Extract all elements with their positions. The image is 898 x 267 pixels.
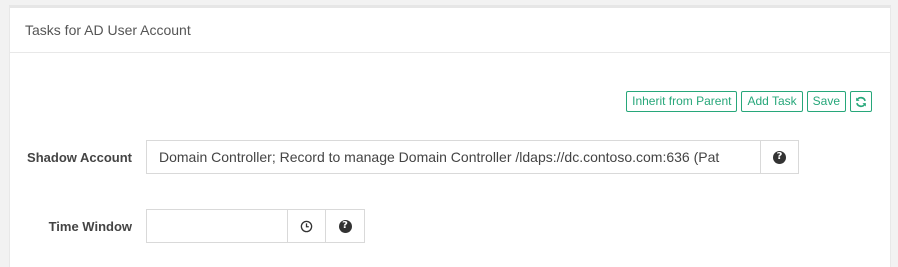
time-window-field[interactable]: [146, 209, 287, 243]
time-window-clock-button[interactable]: [287, 209, 326, 243]
shadow-account-help-button[interactable]: ?: [760, 140, 799, 174]
save-button[interactable]: Save: [806, 91, 846, 112]
time-window-group: ?: [146, 209, 365, 243]
panel-header: Tasks for AD User Account: [10, 8, 890, 53]
add-task-button[interactable]: Add Task: [741, 91, 803, 112]
inherit-from-parent-button[interactable]: Inherit from Parent: [626, 91, 738, 112]
shadow-account-label: Shadow Account: [27, 149, 132, 165]
question-circle-icon: ?: [338, 219, 352, 233]
shadow-account-row: Shadow Account Domain Controller; Record…: [10, 140, 799, 174]
time-window-row: Time Window ?: [10, 209, 365, 243]
question-circle-icon: ?: [773, 150, 786, 164]
shadow-account-group: Domain Controller; Record to manage Doma…: [146, 140, 799, 174]
time-window-label: Time Window: [48, 218, 132, 234]
tasks-panel: Tasks for AD User Account Inherit from P…: [9, 5, 891, 267]
panel-title: Tasks for AD User Account: [25, 22, 191, 38]
refresh-button[interactable]: [850, 91, 872, 112]
refresh-icon: [856, 96, 866, 107]
time-window-help-button[interactable]: ?: [326, 209, 365, 243]
task-toolbar: Inherit from Parent Add Task Save: [626, 91, 872, 112]
clock-icon: [300, 220, 313, 232]
shadow-account-field[interactable]: Domain Controller; Record to manage Doma…: [146, 140, 760, 174]
